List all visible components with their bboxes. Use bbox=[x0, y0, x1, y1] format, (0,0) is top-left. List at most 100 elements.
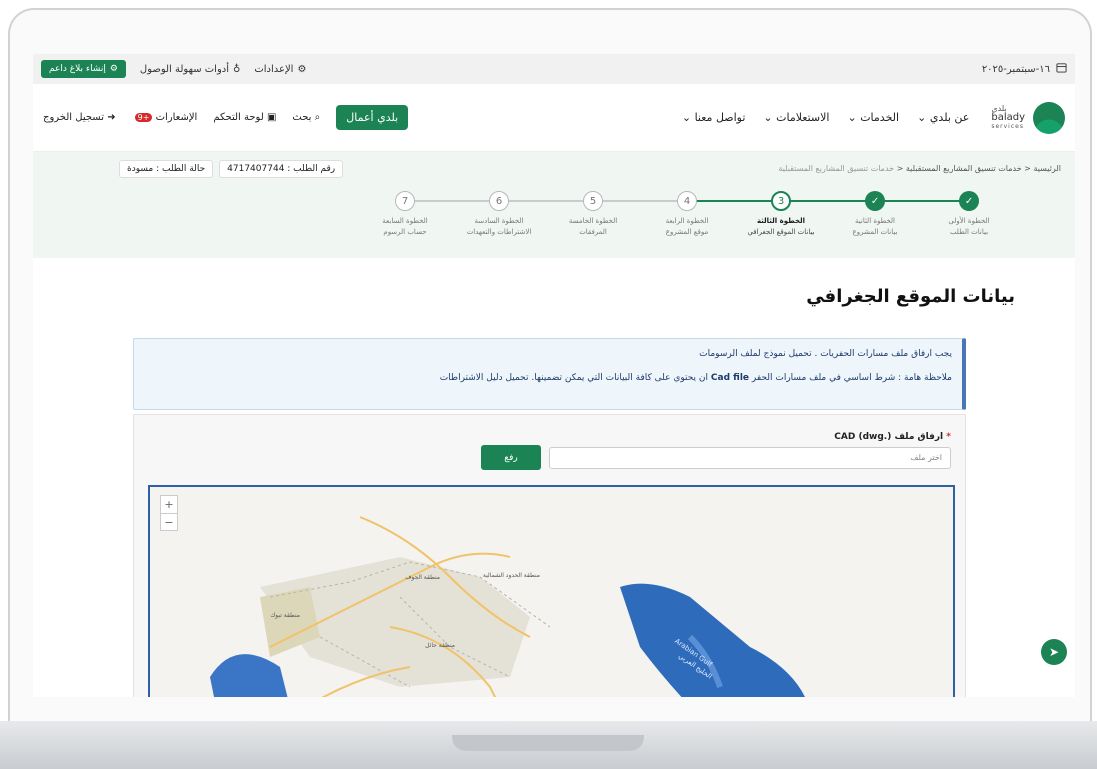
business-button[interactable]: بلدي أعمال bbox=[336, 105, 409, 130]
brand-sub: services bbox=[991, 123, 1024, 130]
step-title: الخطوة السابعة bbox=[382, 217, 428, 225]
required-star: * bbox=[946, 432, 951, 442]
step-name: المرفقات bbox=[579, 228, 607, 236]
step-name: بيانات الطلب bbox=[949, 228, 989, 236]
map-label-north: منطقة الحدود الشمالية bbox=[483, 572, 540, 579]
notice-line-1: يجب ارفاق ملف مسارات الحفريات . تحميل نم… bbox=[699, 349, 952, 359]
map-label-jouf-text: منطقة الجوف bbox=[405, 574, 440, 581]
step-name: موقع المشروع bbox=[665, 228, 709, 236]
search-label: بحث bbox=[292, 112, 312, 123]
steps-band: الرئيسية < خدمات تنسيق المشاريع المستقبل… bbox=[33, 152, 1075, 258]
step-6-circle: 6 bbox=[489, 191, 509, 211]
chevron-down-icon: ⌄ bbox=[847, 111, 857, 124]
logout-label: تسجيل الخروج bbox=[43, 112, 105, 123]
report-label: إنشاء بلاغ داعم bbox=[49, 64, 106, 74]
step-connector bbox=[405, 200, 687, 202]
zoom-in-button[interactable]: + bbox=[161, 496, 177, 513]
settings-label: الإعدادات bbox=[254, 63, 294, 75]
step-number: ✓ bbox=[870, 195, 880, 207]
step-5-label: الخطوة الخامسة المرفقات bbox=[548, 216, 638, 238]
brand-english: balady bbox=[991, 112, 1025, 123]
breadcrumb-section[interactable]: خدمات تنسيق المشاريع المستقبلية bbox=[906, 164, 1022, 173]
accessibility-link[interactable]: ♁ أدوات سهولة الوصول bbox=[140, 64, 240, 75]
step-title: الخطوة السادسة bbox=[474, 217, 524, 225]
file-input[interactable]: اختر ملف bbox=[549, 447, 951, 469]
step-title: الخطوة الثانية bbox=[855, 217, 895, 225]
map-label-jouf: منطقة الجوف bbox=[405, 574, 440, 581]
step-connector bbox=[875, 200, 969, 202]
zoom-control: + − bbox=[160, 495, 178, 531]
step-number: 7 bbox=[401, 195, 409, 207]
step-2-label: الخطوة الثانية بيانات المشروع bbox=[830, 216, 920, 238]
step-7-label: الخطوة السابعة حساب الرسوم bbox=[360, 216, 450, 238]
logout-link[interactable]: ➜ تسجيل الخروج bbox=[43, 112, 116, 123]
accessibility-label: أدوات سهولة الوصول bbox=[139, 63, 230, 75]
breadcrumb-current: خدمات تنسيق المشاريع المستقبلية bbox=[778, 164, 895, 173]
utility-bar: ١٦-سبتمبر-٢٠٢٥ ⚙ الإعدادات ♁ أدوات سهولة… bbox=[33, 54, 1075, 84]
browser-viewport: ١٦-سبتمبر-٢٠٢٥ ⚙ الإعدادات ♁ أدوات سهولة… bbox=[33, 54, 1075, 697]
dashboard-link[interactable]: ▣ لوحة التحكم bbox=[213, 112, 276, 123]
palm-logo-icon bbox=[1033, 101, 1065, 134]
date-display: ١٦-سبتمبر-٢٠٢٥ bbox=[982, 62, 1067, 76]
chevron-down-icon: ⌄ bbox=[763, 111, 773, 124]
menu-services[interactable]: الخدمات ⌄ bbox=[847, 111, 899, 124]
request-number: رقم الطلب : 4717407744 bbox=[219, 160, 344, 178]
laptop-frame: ١٦-سبتمبر-٢٠٢٥ ⚙ الإعدادات ♁ أدوات سهولة… bbox=[0, 0, 1097, 769]
menu-inquiries[interactable]: الاستعلامات ⌄ bbox=[763, 111, 829, 124]
notifications-link[interactable]: الإشعارات +9 bbox=[132, 112, 197, 123]
feedback-fab[interactable]: ➤ bbox=[1041, 639, 1067, 665]
report-button[interactable]: ⚙ إنشاء بلاغ داعم bbox=[41, 60, 126, 78]
dashboard-icon: ▣ bbox=[266, 112, 277, 123]
map-label-hail: منطقة حائل bbox=[425, 642, 455, 649]
step-title: الخطوة الرابعة bbox=[665, 217, 709, 225]
step-number: ✓ bbox=[964, 195, 974, 207]
laptop-notch bbox=[452, 735, 644, 751]
step-4-label: الخطوة الرابعة موقع المشروع bbox=[642, 216, 732, 238]
cad-field-label: * ارفاق ملف (.CAD (dwg bbox=[834, 432, 951, 442]
step-name: بيانات الموقع الجغرافي bbox=[747, 228, 815, 236]
step-number: 3 bbox=[777, 195, 785, 207]
gear-icon: ⚙ bbox=[109, 64, 118, 74]
step-1-circle: ✓ bbox=[959, 191, 979, 211]
nav-menu: عن بلدي ⌄ الخدمات ⌄ الاستعلامات ⌄ تواصل … bbox=[682, 111, 969, 124]
step-1-label: الخطوة الأولى بيانات الطلب bbox=[924, 216, 1014, 238]
search-link[interactable]: ⌕ بحث bbox=[292, 112, 320, 123]
menu-contact[interactable]: تواصل معنا ⌄ bbox=[682, 111, 746, 124]
menu-label: الخدمات bbox=[860, 111, 900, 124]
chevron-down-icon: ⌄ bbox=[917, 111, 927, 124]
date-text: ١٦-سبتمبر-٢٠٢٥ bbox=[981, 63, 1050, 75]
step-number: 4 bbox=[683, 195, 691, 207]
upload-button[interactable]: رفع bbox=[481, 445, 541, 470]
gulf-shape bbox=[620, 583, 805, 697]
utility-tools: ⚙ الإعدادات ♁ أدوات سهولة الوصول ⚙ إنشاء… bbox=[41, 60, 306, 78]
notice-line-2: ملاحظة هامة : شرط اساسي في ملف مسارات ال… bbox=[144, 373, 952, 383]
logout-icon: ➜ bbox=[107, 112, 116, 123]
nav-left: بلدي أعمال ⌕ بحث ▣ لوحة التحكم الإشعارات… bbox=[43, 105, 409, 130]
map-canvas: منطقة الجوف منطقة الحدود الشمالية منطقة … bbox=[210, 516, 805, 697]
zoom-out-button[interactable]: − bbox=[161, 513, 177, 530]
step-3-label: الخطوة الثالثة بيانات الموقع الجغرافي bbox=[736, 216, 826, 238]
step-2-circle: ✓ bbox=[865, 191, 885, 211]
breadcrumb: الرئيسية < خدمات تنسيق المشاريع المستقبل… bbox=[778, 164, 1061, 173]
step-name: حساب الرسوم bbox=[383, 228, 427, 236]
notice-text: ان يحتوي على كافة البيانات التي يمكن تضم… bbox=[439, 373, 709, 383]
settings-link[interactable]: ⚙ الإعدادات bbox=[254, 64, 306, 75]
step-number: 6 bbox=[495, 195, 503, 207]
search-icon: ⌕ bbox=[314, 112, 321, 123]
step-name: بيانات المشروع bbox=[852, 228, 898, 236]
main-nav: بلدي balady services عن بلدي ⌄ الخدمات ⌄… bbox=[33, 84, 1075, 152]
brand-logo[interactable]: بلدي balady services bbox=[991, 101, 1065, 134]
menu-about[interactable]: عن بلدي ⌄ bbox=[917, 111, 969, 124]
chevron-down-icon: ⌄ bbox=[681, 111, 692, 124]
notification-badge: +9 bbox=[134, 113, 153, 122]
send-icon: ➤ bbox=[1048, 645, 1060, 659]
step-4-circle: 4 bbox=[677, 191, 697, 211]
step-title: الخطوة الخامسة bbox=[568, 217, 618, 225]
accessibility-icon: ♁ bbox=[233, 63, 241, 75]
label-text: ارفاق ملف (.CAD (dwg bbox=[834, 432, 944, 442]
request-info: رقم الطلب : 4717407744 حالة الطلب : مسود… bbox=[119, 160, 344, 178]
breadcrumb-home[interactable]: الرئيسية bbox=[1033, 164, 1061, 173]
step-3-circle: 3 bbox=[771, 191, 791, 211]
step-title: الخطوة الثالثة bbox=[756, 217, 806, 225]
map-view[interactable]: منطقة الجوف منطقة الحدود الشمالية منطقة … bbox=[148, 485, 955, 697]
